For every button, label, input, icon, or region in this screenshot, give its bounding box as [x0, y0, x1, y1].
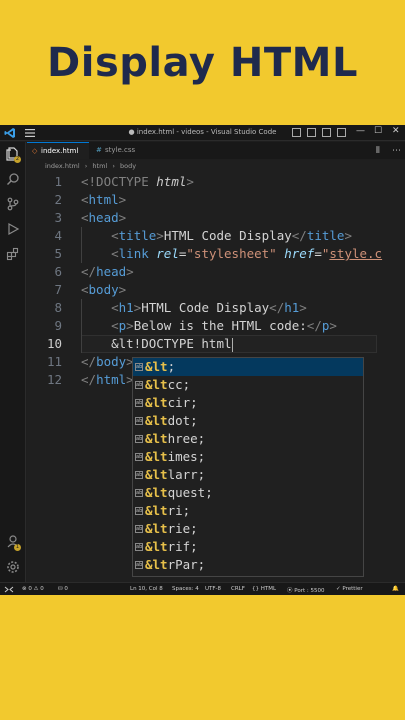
code-line-7: <body>	[81, 282, 127, 297]
line-number: 1	[54, 174, 62, 189]
status-bar: ⊗ 0 ⚠ 0 ⛁ 0 Ln 10, Col 8 Spaces: 4 UTF-8…	[0, 582, 405, 595]
line-number: 2	[54, 192, 62, 207]
suggestion-item[interactable]: ab &ltlarr;	[133, 466, 363, 484]
tab-style-css[interactable]: # style.css	[91, 142, 143, 159]
text-symbol-icon: ab	[135, 525, 143, 533]
text-symbol-icon: ab	[135, 417, 143, 425]
prettier-status[interactable]: ✓ Prettier	[336, 586, 363, 592]
code-line-5: <link rel="stylesheet" href="style.c	[81, 246, 383, 261]
code-line-11: </body>	[81, 354, 134, 369]
extensions-icon[interactable]	[6, 247, 20, 261]
breadcrumb-node-html[interactable]: html	[92, 162, 107, 170]
banner-title: Display HTML	[47, 40, 358, 86]
more-actions-icon[interactable]: ⋯	[392, 146, 401, 156]
eol-status[interactable]: CRLF	[231, 586, 245, 592]
suggestion-item[interactable]: ab &ltrif;	[133, 538, 363, 556]
suggestion-item[interactable]: ab &ltcc;	[133, 376, 363, 394]
live-server-port[interactable]: ⦿ Port : 5500	[287, 586, 325, 594]
code-line-12: </html>	[81, 372, 134, 387]
customize-layout-icon[interactable]	[337, 128, 346, 137]
line-number-current: 10	[46, 336, 62, 351]
remote-icon	[4, 586, 14, 593]
line-number-gutter: 1 2 3 4 5 6 7 8 9 10 11 12	[27, 173, 72, 582]
code-line-8: <h1>HTML Code Display</h1>	[81, 300, 307, 315]
toggle-panel-icon[interactable]	[307, 128, 316, 137]
notifications-bell-icon[interactable]: 🔔	[392, 586, 399, 592]
line-number: 5	[54, 246, 62, 261]
code-line-3: <head>	[81, 210, 127, 225]
ports-status[interactable]: ⛁ 0	[58, 586, 68, 592]
split-editor-icon[interactable]: ⫴	[376, 146, 380, 156]
suggestion-item[interactable]: ab &ltquest;	[133, 484, 363, 502]
chevron-right-icon: ›	[84, 162, 88, 170]
close-window-icon[interactable]: ✕	[392, 126, 400, 136]
minimize-icon[interactable]: —	[356, 126, 365, 136]
text-symbol-icon: ab	[135, 507, 143, 515]
source-control-icon[interactable]	[6, 197, 20, 211]
text-symbol-icon: ab	[135, 453, 143, 461]
suggestion-item[interactable]: ab &ltdot;	[133, 412, 363, 430]
toggle-secondary-sidebar-icon[interactable]	[322, 128, 331, 137]
settings-gear-icon[interactable]	[6, 560, 20, 574]
breadcrumb: index.html › html › body	[27, 160, 405, 173]
text-symbol-icon: ab	[135, 489, 143, 497]
suggestion-item[interactable]: ab &ltri;	[133, 502, 363, 520]
code-line-1: <!DOCTYPE html>	[81, 174, 194, 189]
breadcrumb-node-body[interactable]: body	[120, 162, 136, 170]
editor-tabs: ◇ index.html # style.css ⫴ ⋯	[27, 142, 405, 171]
line-number: 8	[54, 300, 62, 315]
suggestion-item[interactable]: ab &ltrPar;	[133, 556, 363, 574]
code-line-10: &lt!DOCTYPE html	[81, 336, 233, 352]
chevron-right-icon: ›	[112, 162, 115, 170]
problems-status[interactable]: ⊗ 0 ⚠ 0	[22, 586, 44, 592]
text-symbol-icon: ab	[135, 543, 143, 551]
suggestion-item[interactable]: ab &ltrie;	[133, 520, 363, 538]
video-banner: Display HTML	[0, 0, 405, 125]
text-symbol-icon: ab	[135, 381, 143, 389]
tab-index-html[interactable]: ◇ index.html	[27, 142, 89, 171]
encoding-status[interactable]: UTF-8	[205, 586, 221, 592]
suggestion-item[interactable]: ab &lthree;	[133, 430, 363, 448]
explorer-badge: 2	[14, 156, 21, 163]
line-number: 12	[46, 372, 62, 387]
activity-bar: 2 1	[0, 142, 26, 582]
css-file-icon: #	[96, 146, 102, 154]
code-line-6: </head>	[81, 264, 134, 279]
code-line-9: <p>Below is the HTML code:</p>	[81, 318, 337, 333]
line-number: 7	[54, 282, 62, 297]
language-mode[interactable]: {} HTML	[252, 586, 276, 592]
tab-label: style.css	[105, 146, 136, 154]
text-symbol-icon: ab	[135, 471, 143, 479]
indentation-status[interactable]: Spaces: 4	[172, 586, 199, 592]
autocomplete-suggestions[interactable]: ab &lt; ab &ltcc; ab &ltcir; ab &ltdot; ab &l…	[132, 357, 364, 577]
text-cursor	[231, 337, 233, 352]
maximize-icon[interactable]: ☐	[374, 126, 382, 136]
html-file-icon: ◇	[32, 147, 38, 155]
breadcrumb-file[interactable]: index.html	[45, 162, 80, 170]
code-line-2: <html>	[81, 192, 127, 207]
search-icon[interactable]	[6, 172, 20, 186]
tab-label: index.html	[41, 147, 79, 155]
text-symbol-icon: ab	[135, 435, 143, 443]
line-number: 9	[54, 318, 62, 333]
line-number: 6	[54, 264, 62, 279]
suggestion-item[interactable]: ab &lt;	[133, 358, 363, 376]
text-symbol-icon: ab	[135, 399, 143, 407]
run-debug-icon[interactable]	[6, 222, 20, 236]
line-number: 3	[54, 210, 62, 225]
suggestion-item[interactable]: ab &ltcir;	[133, 394, 363, 412]
text-symbol-icon: ab	[135, 561, 143, 569]
accounts-badge: 1	[14, 544, 21, 551]
suggestion-item[interactable]: ab &ltimes;	[133, 448, 363, 466]
line-number: 4	[54, 228, 62, 243]
title-bar: ● index.html - videos - Visual Studio Co…	[0, 125, 405, 141]
text-symbol-icon: ab	[135, 363, 143, 371]
toggle-sidebar-icon[interactable]	[292, 128, 301, 137]
code-line-4: <title>HTML Code Display</title>	[81, 228, 352, 243]
remote-indicator[interactable]	[0, 583, 18, 595]
line-number: 11	[46, 354, 62, 369]
cursor-position[interactable]: Ln 10, Col 8	[130, 586, 163, 592]
